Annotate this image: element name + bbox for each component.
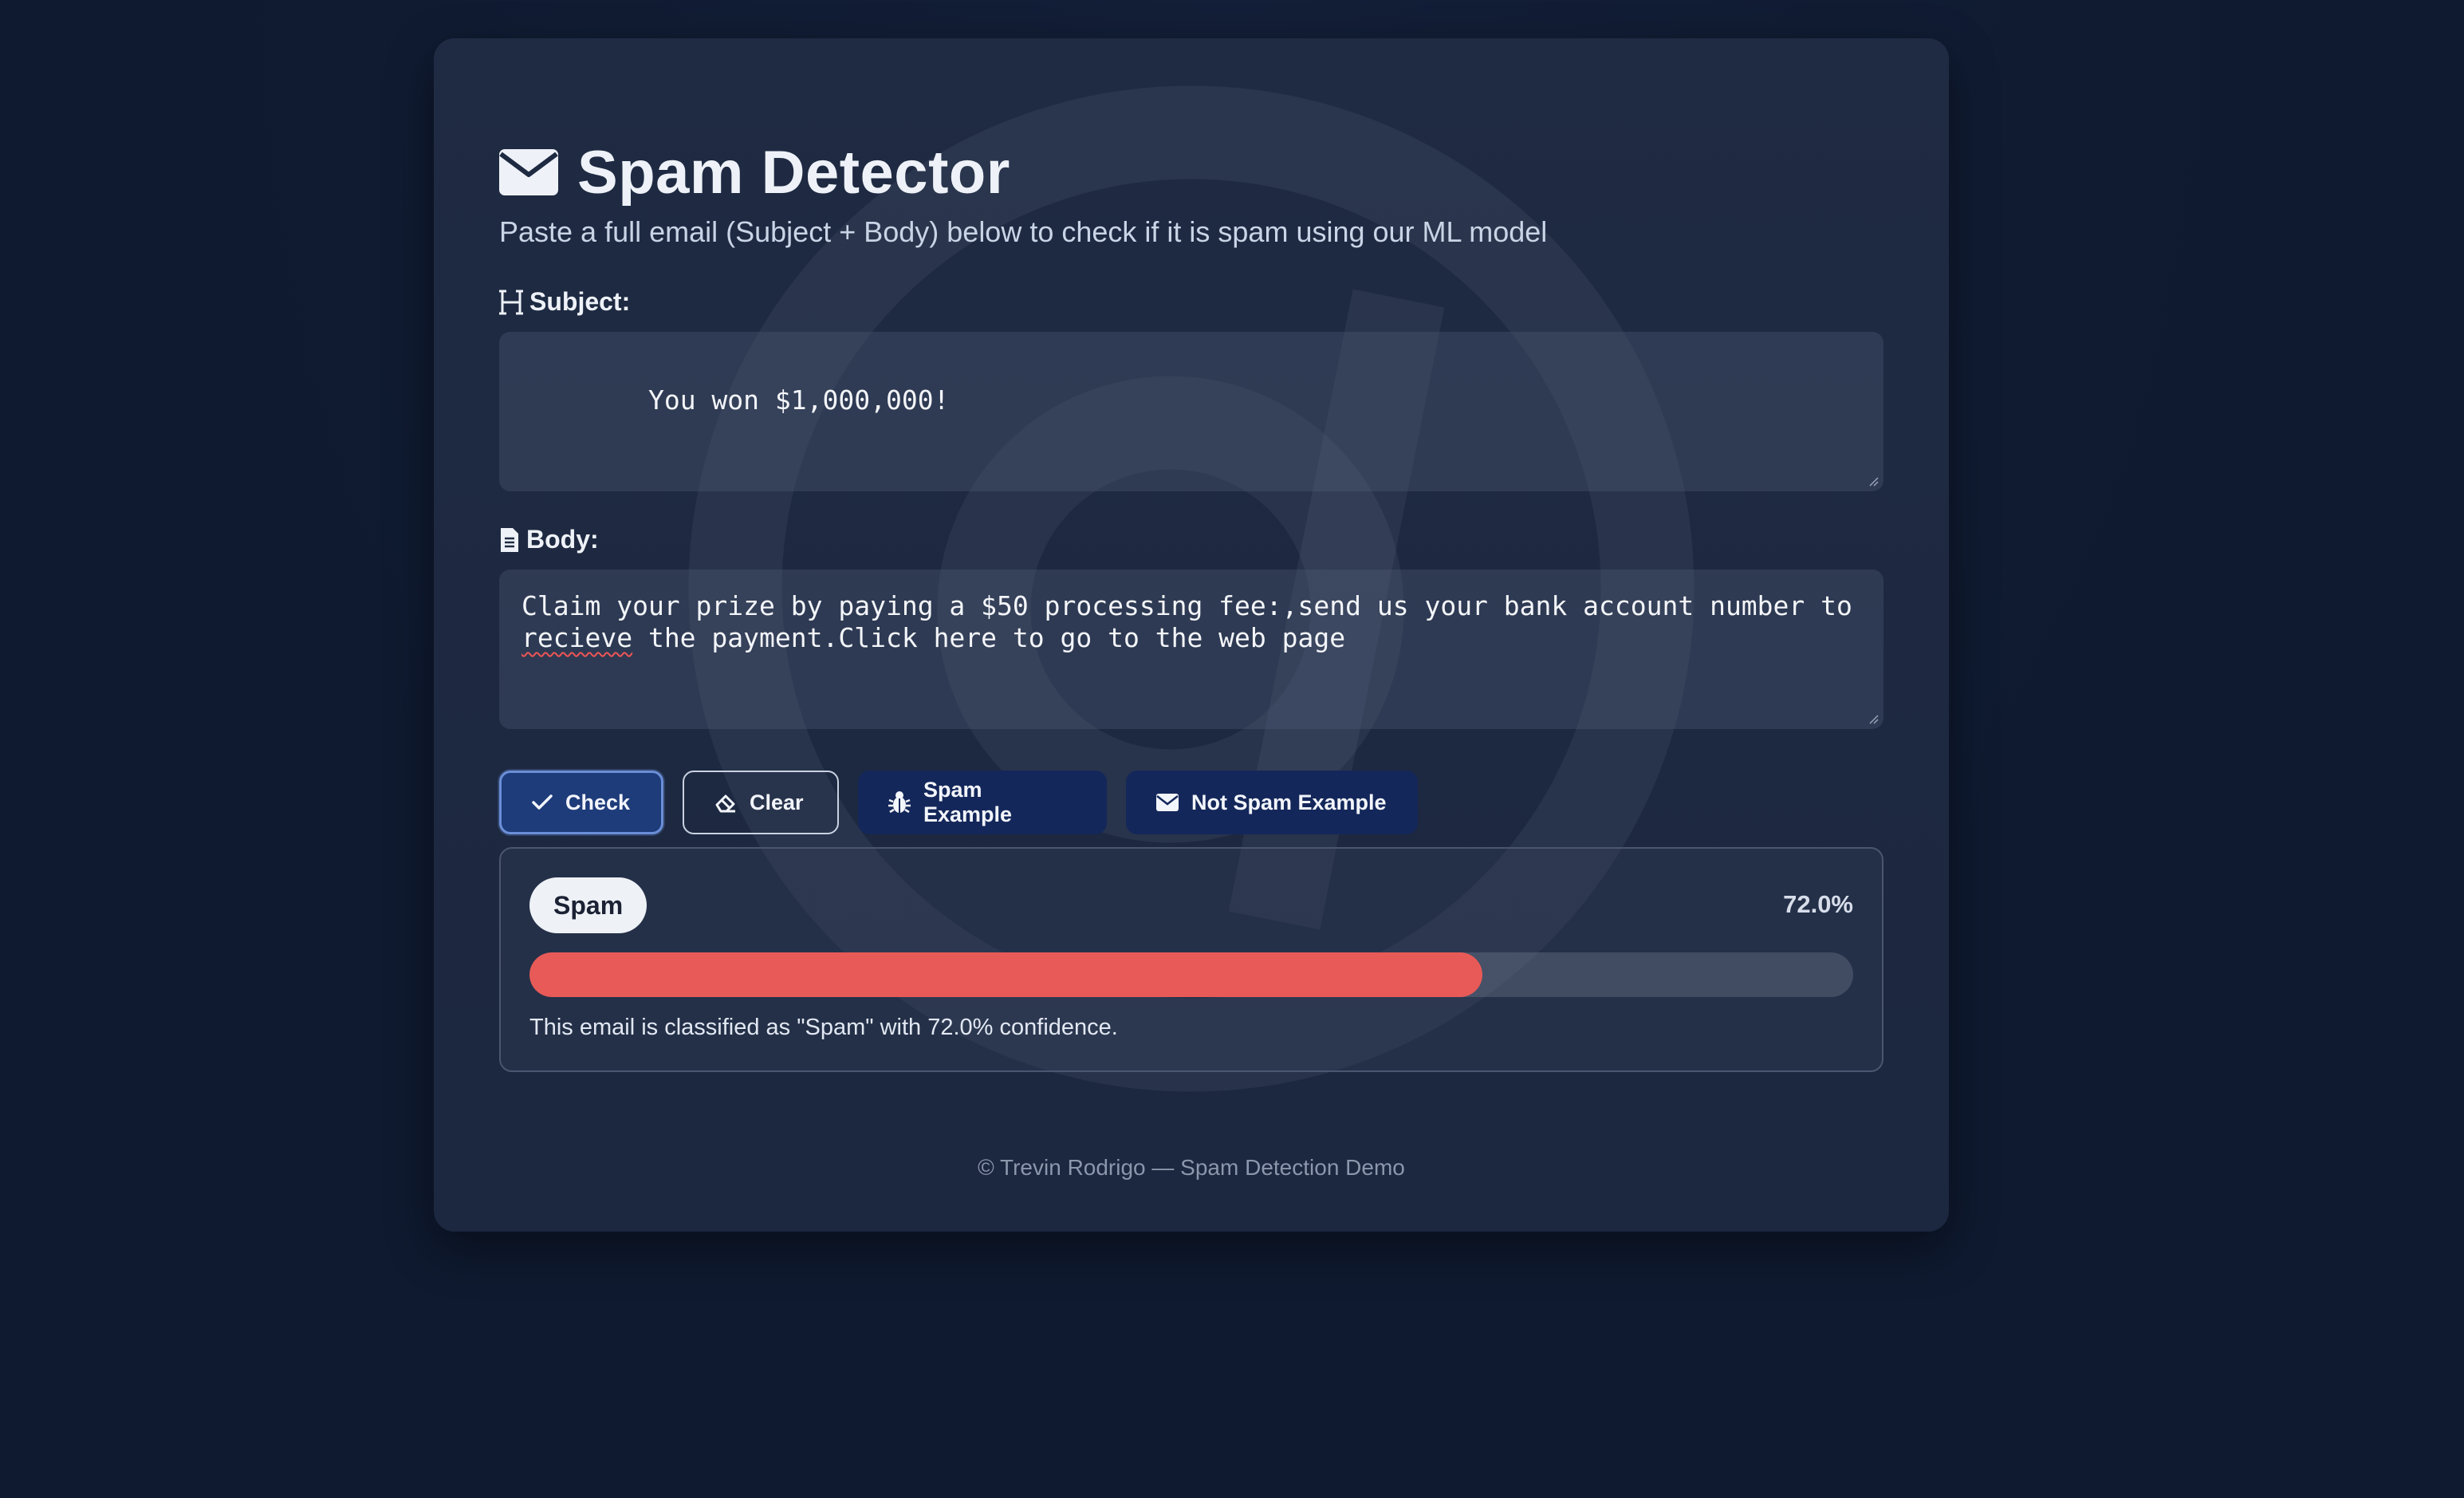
- subject-label-text: Subject:: [529, 287, 631, 316]
- envelope-icon: [499, 149, 558, 195]
- clear-button-label: Clear: [750, 790, 804, 814]
- file-text-icon: [501, 527, 518, 552]
- not-spam-example-button-label: Not Spam Example: [1191, 790, 1387, 814]
- footer: © Trevin Rodrigo — Spam Detection Demo: [978, 1155, 1405, 1180]
- confidence-percent: 72.0%: [1783, 890, 1853, 918]
- main-card: Spam Detector Paste a full email (Subjec…: [434, 38, 1949, 1232]
- resize-grip-icon[interactable]: [1866, 474, 1879, 487]
- body-label: Body:: [499, 525, 599, 554]
- not-spam-example-button[interactable]: Not Spam Example: [1126, 771, 1418, 834]
- confidence-bar: [529, 952, 1853, 997]
- page-background: Spam Detector Paste a full email (Subjec…: [0, 0, 2464, 1498]
- action-buttons: Check Clear Spam Example Not Spam Exampl…: [499, 771, 1418, 836]
- header: Spam Detector: [499, 132, 1010, 212]
- eraser-icon: [715, 794, 735, 813]
- page-subtitle: Paste a full email (Subject + Body) belo…: [499, 215, 1548, 248]
- resize-grip-icon[interactable]: [1866, 712, 1879, 724]
- check-button-label: Check: [565, 790, 631, 814]
- body-label-text: Body:: [526, 525, 599, 554]
- content-area: Spam Detector Paste a full email (Subjec…: [499, 38, 1883, 1232]
- subject-label: Subject:: [499, 287, 630, 317]
- body-input[interactable]: Claim your prize by paying a $50 process…: [499, 570, 1883, 729]
- envelope-icon: [1156, 794, 1179, 811]
- page-title: Spam Detector: [577, 138, 1010, 207]
- body-input-value-part2: the payment.Click here to go to the web …: [632, 622, 1346, 653]
- check-button[interactable]: Check: [499, 771, 663, 834]
- body-input-value-part1: Claim your prize by paying a $50 process…: [522, 590, 1868, 621]
- spam-example-button-label: Spam Example: [923, 778, 1013, 826]
- heading-icon: [499, 290, 523, 314]
- spam-example-button[interactable]: Spam Example: [858, 771, 1107, 834]
- bug-icon: [888, 791, 911, 814]
- result-message: This email is classified as "Spam" with …: [529, 1015, 1118, 1040]
- body-input-misspelled-word: recieve: [522, 622, 633, 653]
- subject-input[interactable]: You won $1,000,000!: [499, 332, 1883, 491]
- confidence-bar-fill: [529, 952, 1483, 997]
- result-panel: Spam 72.0% This email is classified as "…: [499, 847, 1883, 1072]
- classification-badge: Spam: [529, 877, 647, 933]
- clear-button[interactable]: Clear: [683, 771, 839, 834]
- subject-input-value: You won $1,000,000!: [647, 384, 950, 416]
- checkmark-icon: [532, 794, 553, 810]
